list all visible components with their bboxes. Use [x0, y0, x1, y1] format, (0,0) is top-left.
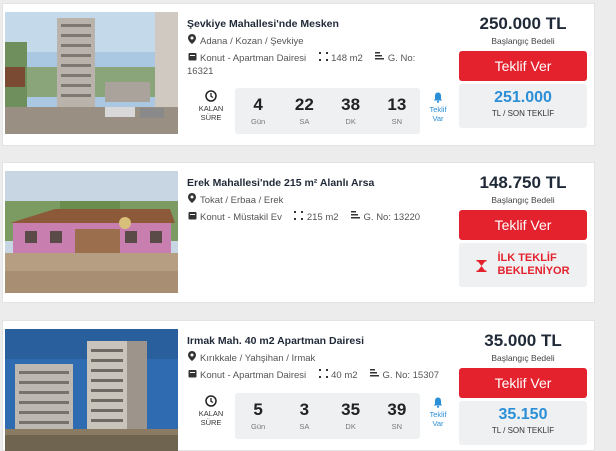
- last-bid-box: 35.150 TL / SON TEKLİF: [459, 401, 587, 445]
- starting-price-label: Başlangıç Bedeli: [491, 195, 555, 205]
- clock-icon: [205, 395, 217, 407]
- area-icon: [318, 369, 328, 382]
- area-value: 148 m2: [331, 53, 363, 64]
- listing-details: Konut - Apartman Dairesi 40 m2 G. No: 15…: [187, 369, 455, 382]
- countdown-seconds: 13 SN: [387, 95, 407, 126]
- location-text: Adana / Kozan / Şevkiye: [200, 36, 304, 47]
- place-bid-button[interactable]: Teklif Ver: [459, 368, 587, 398]
- listing-photo-2[interactable]: [5, 171, 178, 293]
- listing-location: Adana / Kozan / Şevkiye: [187, 34, 455, 48]
- listing-card-2[interactable]: Erek Mahallesi'nde 215 m² Alanlı Arsa To…: [2, 162, 595, 303]
- price-column: 148.750 TL Başlangıç Bedeli Teklif Ver İ…: [458, 163, 588, 287]
- property-type: Konut - Apartman Dairesi: [200, 53, 307, 64]
- map-pin-icon: [187, 193, 197, 207]
- countdown-minutes: 38 DK: [341, 95, 361, 126]
- last-bid-value: 35.150: [498, 406, 548, 423]
- gno-value: 16321: [187, 66, 214, 77]
- property-type: Konut - Müstakil Ev: [200, 212, 282, 223]
- listing-info-1: Şevkiye Mahallesi'nde Mesken Adana / Koz…: [187, 18, 455, 78]
- last-bid-label: TL / SON TEKLİF: [491, 109, 555, 118]
- gno-icon: [375, 52, 385, 65]
- price-column: 250.000 TL Başlangıç Bedeli Teklif Ver 2…: [458, 4, 588, 128]
- listing-info-2: Erek Mahallesi'nde 215 m² Alanlı Arsa To…: [187, 177, 455, 224]
- countdown-hours: 3 SA: [299, 400, 310, 431]
- listing-title[interactable]: Erek Mahallesi'nde 215 m² Alanlı Arsa: [187, 177, 455, 189]
- place-bid-button[interactable]: Teklif Ver: [459, 51, 587, 81]
- listing-photo-3[interactable]: [5, 329, 178, 451]
- house-icon: [187, 52, 197, 65]
- property-type: Konut - Apartman Dairesi: [200, 370, 307, 381]
- map-pin-icon: [187, 34, 197, 48]
- starting-price: 148.750 TL: [479, 173, 567, 192]
- area-icon: [318, 52, 328, 65]
- countdown-seconds: 39 SN: [387, 400, 407, 431]
- listing-card-3[interactable]: Irmak Mah. 40 m2 Apartman Dairesi Kırıkk…: [2, 320, 595, 451]
- bid-exists-indicator: Teklif Var: [423, 397, 453, 428]
- listing-info-3: Irmak Mah. 40 m2 Apartman Dairesi Kırıkk…: [187, 335, 455, 382]
- countdown-timer: KALAN SÜRE 4 Gün 22 SA 38 DK 13 SN Tekli…: [187, 88, 455, 134]
- last-bid-value: 251.000: [494, 89, 552, 106]
- house-icon: [187, 211, 197, 224]
- house-icon: [187, 369, 197, 382]
- listing-details: Konut - Müstakil Ev 215 m2 G. No: 13220: [187, 211, 455, 224]
- remaining-time-label: KALAN SÜRE: [187, 393, 235, 439]
- listing-location: Kırıkkale / Yahşihan / Irmak: [187, 351, 455, 365]
- remaining-time-label: KALAN SÜRE: [187, 88, 235, 134]
- listing-title[interactable]: Irmak Mah. 40 m2 Apartman Dairesi: [187, 335, 455, 347]
- area-icon: [294, 211, 304, 224]
- last-bid-label: TL / SON TEKLİF: [491, 426, 555, 435]
- countdown-days: 4 Gün: [251, 95, 266, 126]
- listing-details: Konut - Apartman Dairesi 148 m2 G. No: 1…: [187, 52, 455, 78]
- place-bid-button[interactable]: Teklif Ver: [459, 210, 587, 240]
- countdown-box: 5 Gün 3 SA 35 DK 39 SN: [235, 393, 420, 439]
- listing-title[interactable]: Şevkiye Mahallesi'nde Mesken: [187, 18, 455, 30]
- area-value: 215 m2: [306, 212, 339, 223]
- location-text: Tokat / Erbaa / Erek: [200, 195, 284, 206]
- starting-price: 250.000 TL: [479, 14, 567, 33]
- gno-icon: [351, 211, 361, 224]
- gno-value: G. No: 15307: [382, 370, 440, 381]
- area-value: 40 m2: [331, 370, 358, 381]
- last-bid-box: 251.000 TL / SON TEKLİF: [459, 84, 587, 128]
- gno-icon: [370, 369, 380, 382]
- countdown-timer: KALAN SÜRE 5 Gün 3 SA 35 DK 39 SN Teklif…: [187, 393, 455, 439]
- gno-label: G. No:: [387, 53, 416, 64]
- starting-price: 35.000 TL: [484, 331, 562, 350]
- bell-icon: [423, 92, 453, 103]
- gno-value: G. No: 13220: [363, 212, 421, 223]
- bell-icon: [423, 397, 453, 408]
- countdown-days: 5 Gün: [251, 400, 266, 431]
- listing-card-1[interactable]: Şevkiye Mahallesi'nde Mesken Adana / Koz…: [2, 3, 595, 146]
- starting-price-label: Başlangıç Bedeli: [491, 36, 555, 46]
- countdown-box: 4 Gün 22 SA 38 DK 13 SN: [235, 88, 420, 134]
- hourglass-icon: [476, 259, 487, 272]
- clock-icon: [205, 90, 217, 102]
- countdown-minutes: 35 DK: [341, 400, 361, 431]
- awaiting-first-bid-text: İLK TEKLİF BEKLENİYOR: [497, 252, 570, 277]
- location-text: Kırıkkale / Yahşihan / Irmak: [200, 353, 316, 364]
- bid-exists-indicator: Teklif Var: [423, 92, 453, 123]
- map-pin-icon: [187, 351, 197, 365]
- listing-photo-1[interactable]: [5, 12, 178, 134]
- countdown-hours: 22 SA: [294, 95, 314, 126]
- listing-location: Tokat / Erbaa / Erek: [187, 193, 455, 207]
- price-column: 35.000 TL Başlangıç Bedeli Teklif Ver 35…: [458, 321, 588, 445]
- awaiting-first-bid: İLK TEKLİF BEKLENİYOR: [459, 243, 587, 287]
- starting-price-label: Başlangıç Bedeli: [491, 353, 555, 363]
